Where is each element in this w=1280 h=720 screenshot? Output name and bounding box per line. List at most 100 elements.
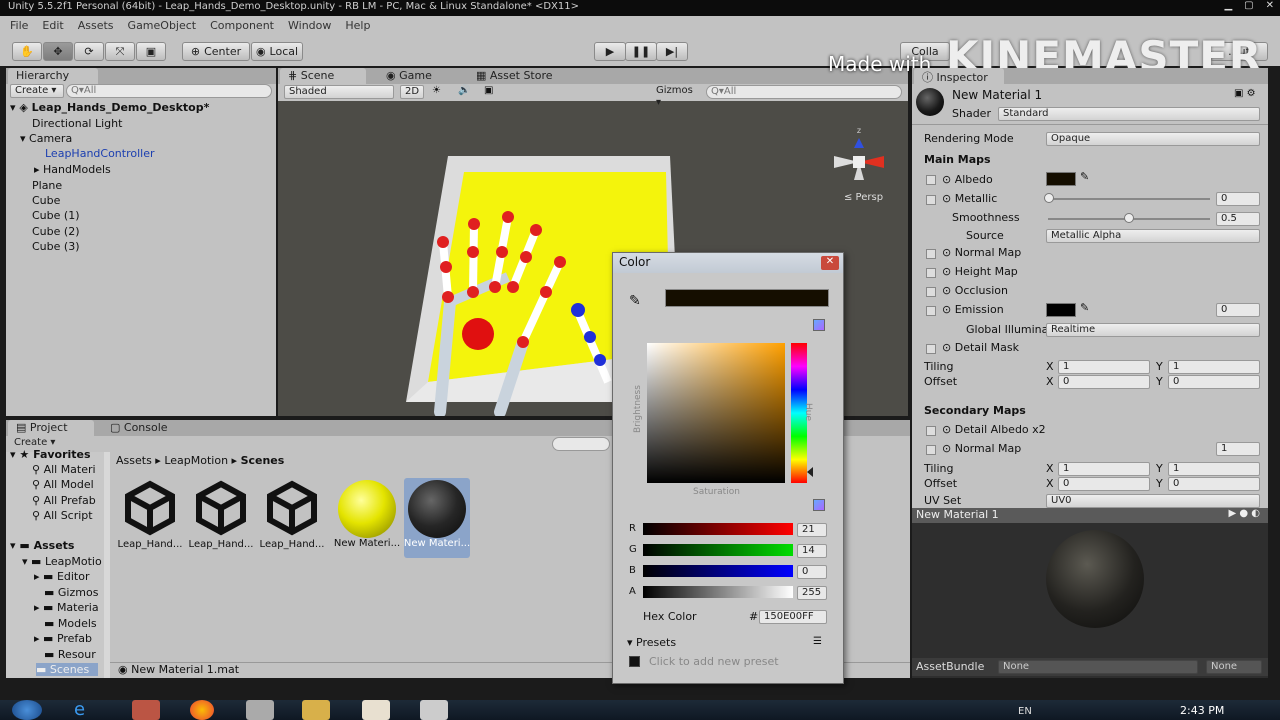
hierarchy-item-plane[interactable]: Plane (32, 179, 62, 192)
metallic-value-field[interactable]: 0 (1216, 192, 1260, 206)
preset-swatch[interactable] (629, 656, 640, 667)
unity-taskbar-icon[interactable] (420, 700, 448, 720)
menu-edit[interactable]: Edit (42, 19, 63, 33)
height-map-slot[interactable] (926, 268, 936, 278)
tiling-x-field[interactable]: 1 (1058, 360, 1150, 374)
smoothness-slider-thumb[interactable] (1124, 213, 1134, 223)
blue-slider[interactable] (643, 565, 793, 577)
tree-editor[interactable]: ▸ ▬ Editor (34, 570, 90, 583)
2d-toggle[interactable]: 2D (400, 85, 424, 99)
add-preset-hint[interactable]: Click to add new preset (649, 655, 779, 668)
pause-button[interactable]: ❚❚ (625, 42, 657, 61)
slider-mode-icon[interactable] (813, 499, 825, 511)
scene-search-input[interactable]: Q▾All (706, 85, 902, 99)
asset-scene-2[interactable]: Leap_Hand... (189, 480, 255, 550)
lighting-toggle-icon[interactable]: ☀ (432, 85, 441, 96)
smoothness-value-field[interactable]: 0.5 (1216, 212, 1260, 226)
offset-x-field[interactable]: 0 (1058, 375, 1150, 389)
alpha-slider[interactable] (643, 586, 793, 598)
blue-value-field[interactable]: 0 (797, 565, 827, 579)
detail-albedo-slot[interactable] (926, 426, 936, 436)
scene-root[interactable]: ▾ ◈ Leap_Hands_Demo_Desktop* (10, 101, 209, 114)
breadcrumb-assets[interactable]: Assets (116, 454, 152, 467)
secondary-tiling-y-field[interactable]: 1 (1168, 462, 1260, 476)
hierarchy-item-handmodels[interactable]: ▸ HandModels (34, 163, 111, 176)
tab-scene[interactable]: ⋕ Scene (280, 68, 366, 84)
albedo-texture-slot[interactable] (926, 175, 936, 185)
menu-gameobject[interactable]: GameObject (128, 19, 197, 33)
step-button[interactable]: ▶| (656, 42, 688, 61)
asset-scene-1[interactable]: Leap_Hand... (118, 480, 184, 550)
taskbar-clock[interactable]: 2:43 PM (1180, 704, 1224, 717)
menu-window[interactable]: Window (288, 19, 331, 33)
help-icon[interactable]: ▣ ⚙ (1234, 88, 1256, 99)
tree-scenes[interactable]: ▬ Scenes (36, 663, 98, 676)
eyedropper-icon[interactable]: ✎ (1080, 170, 1089, 183)
secondary-offset-y-field[interactable]: 0 (1168, 477, 1260, 491)
tree-leapmotion[interactable]: ▾ ▬ LeapMotio (22, 555, 102, 568)
play-button[interactable]: ▶ (594, 42, 626, 61)
secondary-tiling-x-field[interactable]: 1 (1058, 462, 1150, 476)
tree-all-materials[interactable]: ⚲ All Materi (32, 463, 96, 476)
window-controls[interactable]: ▁ ▢ ✕ (1224, 0, 1274, 14)
tree-materials[interactable]: ▸ ▬ Materia (34, 601, 99, 614)
hierarchy-item-cube[interactable]: Cube (32, 194, 60, 207)
tree-favorites[interactable]: ▾ ★ Favorites (10, 448, 91, 461)
metallic-slider-thumb[interactable] (1044, 193, 1054, 203)
hand-tool-button[interactable]: ✋ (12, 42, 42, 61)
language-indicator[interactable]: EN (1018, 706, 1032, 717)
close-icon[interactable]: ✕ (1266, 0, 1274, 14)
hierarchy-create-button[interactable]: Create ▾ (10, 84, 64, 98)
tree-assets[interactable]: ▾ ▬ Assets (10, 539, 74, 552)
assetbundle-dropdown[interactable]: None (998, 660, 1198, 674)
maximize-icon[interactable]: ▢ (1244, 0, 1253, 14)
asset-scene-3[interactable]: Leap_Hand... (260, 480, 326, 550)
rendering-mode-dropdown[interactable]: Opaque (1046, 132, 1260, 146)
breadcrumb-leapmotion[interactable]: LeapMotion (164, 454, 228, 467)
presets-header[interactable]: ▾ Presets (627, 636, 676, 649)
offset-y-field[interactable]: 0 (1168, 375, 1260, 389)
shader-dropdown[interactable]: Standard (998, 107, 1260, 121)
tab-inspector[interactable]: ⓘ Inspector (914, 68, 1004, 84)
menu-help[interactable]: Help (345, 19, 370, 33)
metallic-slider[interactable] (1048, 198, 1210, 200)
project-tree-scrollbar[interactable] (104, 452, 110, 678)
red-value-field[interactable]: 21 (797, 523, 827, 537)
gizmos-dropdown[interactable]: Gizmos ▾ (652, 85, 702, 108)
hue-slider-marker[interactable] (807, 467, 813, 477)
hierarchy-item-cube-2[interactable]: Cube (2) (32, 225, 79, 238)
asset-material-yellow[interactable]: New Materi... (334, 480, 401, 549)
rotate-tool-button[interactable]: ⟳ (74, 42, 104, 61)
tree-prefabs[interactable]: ▸ ▬ Prefab (34, 632, 92, 645)
assetbundle-variant-dropdown[interactable]: None (1206, 660, 1262, 674)
detail-mask-slot[interactable] (926, 344, 936, 354)
tree-gizmos[interactable]: ▬ Gizmos (44, 586, 98, 599)
menu-component[interactable]: Component (210, 19, 274, 33)
secondary-normal-value-field[interactable]: 1 (1216, 442, 1260, 456)
tree-all-scripts[interactable]: ⚲ All Script (32, 509, 93, 522)
hierarchy-item-camera[interactable]: ▾ Camera (20, 132, 72, 145)
preview-controls[interactable]: ▶ ● ◐ (1229, 508, 1261, 519)
audio-toggle-icon[interactable]: 🔊 (458, 85, 470, 96)
tree-resources[interactable]: ▬ Resour (44, 648, 96, 661)
preview-sphere[interactable] (1046, 530, 1144, 628)
hierarchy-item-cube-1[interactable]: Cube (1) (32, 209, 79, 222)
media-player-icon[interactable] (132, 700, 160, 720)
move-tool-button[interactable]: ✥ (43, 42, 73, 61)
scene-gizmo[interactable]: z (834, 126, 884, 180)
secondary-offset-x-field[interactable]: 0 (1058, 477, 1150, 491)
green-value-field[interactable]: 14 (797, 544, 827, 558)
tree-models[interactable]: ▬ Models (44, 617, 97, 630)
emission-slot[interactable] (926, 306, 936, 316)
tab-game[interactable]: ◉ Game (378, 68, 448, 84)
asset-material-dark[interactable]: New Materi... (404, 478, 471, 558)
menu-assets[interactable]: Assets (78, 19, 114, 33)
effects-toggle-icon[interactable]: ▣ (484, 85, 493, 96)
albedo-color-swatch[interactable] (1046, 172, 1076, 186)
tab-console[interactable]: ▢ Console (102, 420, 178, 436)
alpha-value-field[interactable]: 255 (797, 586, 827, 600)
global-illumination-dropdown[interactable]: Realtime (1046, 323, 1260, 337)
start-icon[interactable] (12, 700, 42, 720)
color-mode-icon[interactable] (813, 319, 825, 331)
tree-all-prefabs[interactable]: ⚲ All Prefab (32, 494, 96, 507)
